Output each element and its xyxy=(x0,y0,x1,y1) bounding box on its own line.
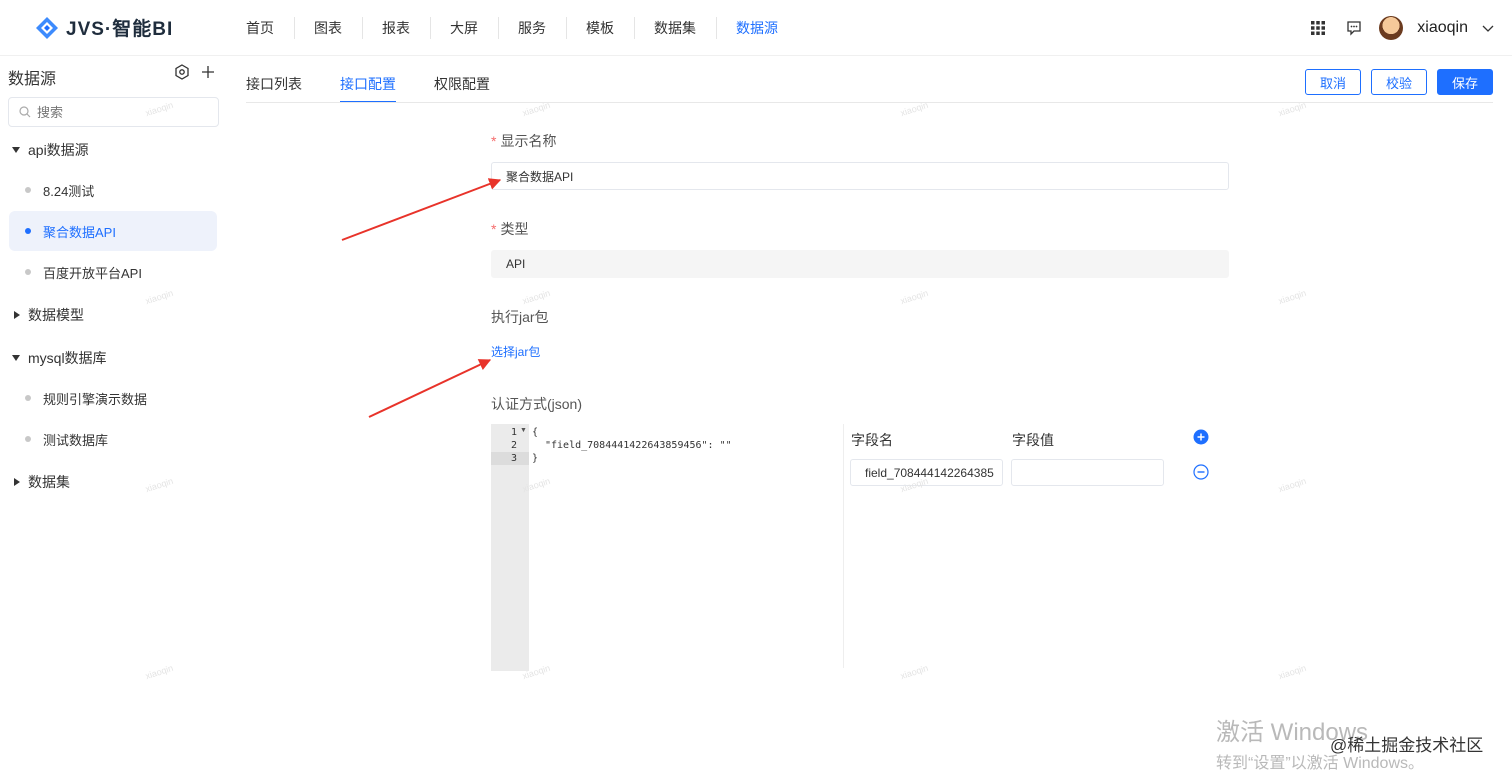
tab-permission-config[interactable]: 权限配置 xyxy=(434,72,490,103)
nav-home[interactable]: 首页 xyxy=(226,17,294,39)
tab-interface-list[interactable]: 接口列表 xyxy=(246,72,302,103)
code-line: } xyxy=(532,453,539,464)
apps-grid-icon[interactable] xyxy=(1307,17,1329,39)
name-input[interactable]: 聚合数据API xyxy=(491,162,1229,190)
chevron-down-icon[interactable] xyxy=(1482,22,1494,34)
watermark: xiaoqin xyxy=(1277,662,1308,682)
caret-right-icon xyxy=(14,311,20,319)
datasource-tree: api数据源 8.24测试 聚合数据API 百度开放平台API 数据模型 mys… xyxy=(0,136,228,496)
sidebar-tools xyxy=(174,64,216,80)
line-number: 3 xyxy=(491,452,529,465)
add-icon[interactable] xyxy=(200,64,216,80)
user-name[interactable]: xiaoqin xyxy=(1417,19,1468,37)
tree-group-api[interactable]: api数据源 xyxy=(0,136,228,164)
nav-datasource[interactable]: 数据源 xyxy=(716,17,798,39)
code-line: "field_7084441422643859456": "" xyxy=(545,440,732,451)
line-number: 2 xyxy=(510,440,517,451)
jar-label: 执行jar包 xyxy=(491,309,549,325)
remove-field-icon[interactable] xyxy=(1193,464,1209,480)
annotation-arrow xyxy=(368,359,492,418)
tree-item-label: 8.24测试 xyxy=(43,183,95,199)
code-line: { xyxy=(532,427,539,438)
caret-right-icon xyxy=(14,478,20,486)
nav-datasets[interactable]: 数据集 xyxy=(634,17,716,39)
type-label: * 类型 xyxy=(491,219,528,239)
dot-icon xyxy=(25,395,31,401)
settings-icon[interactable] xyxy=(174,64,190,80)
field-value-input[interactable] xyxy=(1011,459,1164,486)
top-right-tools: xiaoqin xyxy=(1307,14,1494,42)
message-icon[interactable] xyxy=(1343,17,1365,39)
sidebar-search[interactable] xyxy=(8,97,219,127)
json-editor[interactable]: 1 ▼ 2 3 { "field_7084441422643859456": "… xyxy=(491,424,836,671)
tree-item[interactable]: 百度开放平台API xyxy=(9,252,217,292)
app-logo[interactable]: JVS·智能BI xyxy=(34,14,173,41)
tree-group-label: 数据模型 xyxy=(28,307,84,323)
user-avatar[interactable] xyxy=(1379,16,1404,40)
logo-icon xyxy=(36,16,58,39)
nav-reports[interactable]: 报表 xyxy=(362,17,430,39)
sidebar: 数据源 api数据源 8.24测试 聚合数据API 百 xyxy=(0,56,228,773)
nav-templates[interactable]: 模板 xyxy=(566,17,634,39)
tree-item-label: 百度开放平台API xyxy=(43,265,142,281)
field-value-header: 字段值 xyxy=(1012,432,1054,448)
watermark: xiaoqin xyxy=(899,287,930,307)
add-field-icon[interactable] xyxy=(1193,429,1209,445)
tree-item-label: 聚合数据API xyxy=(43,224,116,240)
search-icon xyxy=(19,106,31,118)
tree-group-label: 数据集 xyxy=(28,474,70,490)
required-mark: * xyxy=(491,221,497,237)
tree-item[interactable]: 测试数据库 xyxy=(9,419,217,459)
required-mark: * xyxy=(491,133,497,149)
tree-group-label: mysql数据库 xyxy=(28,350,107,366)
tree-group-model[interactable]: 数据模型 xyxy=(0,301,228,329)
top-bar: JVS·智能BI 首页 图表 报表 大屏 服务 模板 数据集 数据源 xiaoq… xyxy=(0,0,1512,56)
fold-arrow-icon[interactable]: ▼ xyxy=(520,427,527,434)
watermark: xiaoqin xyxy=(521,287,552,307)
main-nav: 首页 图表 报表 大屏 服务 模板 数据集 数据源 xyxy=(226,0,798,56)
dot-icon xyxy=(25,436,31,442)
source-credit: @稀土掘金技术社区 xyxy=(1330,736,1484,755)
select-jar-link[interactable]: 选择jar包 xyxy=(491,343,540,360)
verify-button[interactable]: 校验 xyxy=(1370,69,1427,95)
tree-item-label: 规则引擎演示数据 xyxy=(43,391,148,407)
kv-divider xyxy=(843,424,844,668)
dot-icon xyxy=(25,187,31,193)
cancel-button[interactable]: 取消 xyxy=(1304,69,1361,95)
save-button[interactable]: 保存 xyxy=(1436,69,1493,95)
name-label-text: 显示名称 xyxy=(500,133,557,149)
watermark: xiaoqin xyxy=(899,662,930,682)
nav-big-screen[interactable]: 大屏 xyxy=(430,17,498,39)
tabs-divider xyxy=(246,102,1493,103)
dot-icon xyxy=(25,269,31,275)
auth-label: 认证方式(json) xyxy=(491,396,583,412)
caret-down-icon xyxy=(12,355,20,361)
config-tabs: 接口列表 接口配置 权限配置 xyxy=(246,72,490,103)
watermark: xiaoqin xyxy=(1277,287,1308,307)
type-input: API xyxy=(491,250,1229,278)
dot-icon xyxy=(25,228,31,234)
annotation-arrow xyxy=(341,178,502,241)
sidebar-title: 数据源 xyxy=(8,71,57,88)
watermark: xiaoqin xyxy=(1277,475,1308,495)
logo-text: JVS·智能BI xyxy=(66,19,174,40)
tree-item-active[interactable]: 聚合数据API xyxy=(9,211,217,251)
tree-item-label: 测试数据库 xyxy=(43,432,109,448)
caret-down-icon xyxy=(12,147,20,153)
nav-charts[interactable]: 图表 xyxy=(294,17,362,39)
tab-interface-config[interactable]: 接口配置 xyxy=(340,72,396,103)
nav-services[interactable]: 服务 xyxy=(498,17,566,39)
tree-item[interactable]: 8.24测试 xyxy=(9,170,217,210)
tree-group-mysql[interactable]: mysql数据库 xyxy=(0,344,228,372)
type-label-text: 类型 xyxy=(500,221,529,237)
tree-group-label: api数据源 xyxy=(28,142,89,158)
tree-group-dataset[interactable]: 数据集 xyxy=(0,468,228,496)
field-name-header: 字段名 xyxy=(851,432,893,448)
tree-item[interactable]: 规则引擎演示数据 xyxy=(9,378,217,418)
name-label: * 显示名称 xyxy=(491,131,556,151)
action-buttons: 取消 校验 保存 xyxy=(1304,69,1493,95)
